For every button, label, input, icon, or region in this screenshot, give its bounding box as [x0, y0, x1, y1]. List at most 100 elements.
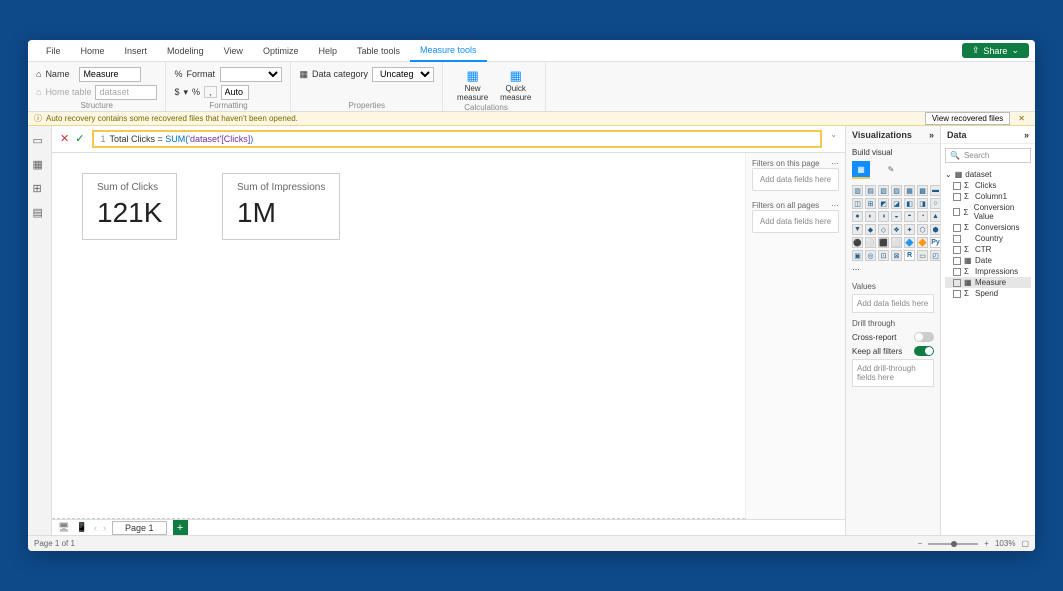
- viz-type-icon[interactable]: ◧: [904, 198, 915, 209]
- card-visual[interactable]: Sum of Clicks121K: [82, 173, 177, 240]
- report-view-icon[interactable]: ▭: [33, 134, 47, 148]
- format-select[interactable]: [220, 67, 282, 82]
- field-node[interactable]: ΣClicks: [945, 180, 1031, 191]
- viz-type-icon[interactable]: 🔷: [904, 237, 915, 248]
- viz-type-icon[interactable]: ⬡: [917, 224, 928, 235]
- page-tab-1[interactable]: Page 1: [112, 521, 167, 535]
- viz-type-icon[interactable]: ▩: [917, 185, 928, 196]
- viz-type-icon[interactable]: ▭: [917, 250, 928, 261]
- desktop-layout-icon[interactable]: 🖥: [58, 522, 70, 534]
- viz-type-icon[interactable]: ◆: [865, 224, 876, 235]
- field-checkbox[interactable]: [953, 182, 961, 190]
- zoom-out-button[interactable]: −: [918, 539, 923, 548]
- menu-home[interactable]: Home: [71, 40, 115, 62]
- next-page-icon[interactable]: ›: [103, 523, 106, 533]
- viz-type-icon[interactable]: ⊡: [878, 250, 889, 261]
- filters-all-drop[interactable]: Add data fields here: [752, 210, 839, 233]
- viz-type-icon[interactable]: ✦: [904, 224, 915, 235]
- formula-commit-button[interactable]: ✓: [75, 132, 84, 145]
- more-icon[interactable]: ⋯: [831, 201, 839, 210]
- filters-page-drop[interactable]: Add data fields here: [752, 168, 839, 191]
- viz-type-icon[interactable]: ◐: [865, 211, 876, 222]
- share-button[interactable]: ⇪ Share ⌄: [962, 43, 1029, 58]
- menu-help[interactable]: Help: [308, 40, 347, 62]
- field-checkbox[interactable]: [953, 193, 961, 201]
- viz-type-icon[interactable]: ▥: [852, 185, 863, 196]
- viz-type-icon[interactable]: ◫: [852, 198, 863, 209]
- viz-type-icon[interactable]: ▣: [852, 250, 863, 261]
- viz-type-icon[interactable]: ▦: [904, 185, 915, 196]
- menu-insert[interactable]: Insert: [115, 40, 158, 62]
- field-node[interactable]: ΣConversions: [945, 222, 1031, 233]
- more-visuals-icon[interactable]: ⋯: [852, 263, 934, 276]
- zoom-in-button[interactable]: +: [984, 539, 989, 548]
- field-node[interactable]: Country: [945, 233, 1031, 244]
- field-node[interactable]: ΣSpend: [945, 288, 1031, 299]
- menu-measure-tools[interactable]: Measure tools: [410, 40, 487, 62]
- field-checkbox[interactable]: [953, 235, 961, 243]
- viz-type-icon[interactable]: ◪: [891, 198, 902, 209]
- measure-name-input[interactable]: [79, 67, 141, 82]
- recovery-close-button[interactable]: ✕: [1014, 114, 1029, 123]
- viz-type-icon[interactable]: ◔: [917, 211, 928, 222]
- field-node[interactable]: ΣImpressions: [945, 266, 1031, 277]
- prev-page-icon[interactable]: ‹: [94, 523, 97, 533]
- menu-optimize[interactable]: Optimize: [253, 40, 309, 62]
- viz-type-icon[interactable]: ◨: [917, 198, 928, 209]
- mobile-layout-icon[interactable]: 📱: [76, 522, 88, 534]
- viz-type-icon[interactable]: ◓: [904, 211, 915, 222]
- field-node[interactable]: ▦Date: [945, 255, 1031, 266]
- viz-type-icon[interactable]: ◑: [878, 211, 889, 222]
- table-node-dataset[interactable]: ⌄ ▦ dataset: [945, 169, 1031, 180]
- viz-type-icon[interactable]: ⊞: [865, 198, 876, 209]
- new-measure-button[interactable]: ▦ New measure: [451, 65, 494, 105]
- menu-table-tools[interactable]: Table tools: [347, 40, 410, 62]
- card-visual[interactable]: Sum of Impressions1M: [222, 173, 340, 240]
- values-drop[interactable]: Add data fields here: [852, 294, 934, 313]
- field-node[interactable]: ▦Measure: [945, 277, 1031, 288]
- model-view-icon[interactable]: ⊞: [33, 182, 47, 196]
- field-node[interactable]: ΣColumn1: [945, 191, 1031, 202]
- viz-type-icon[interactable]: ●: [852, 211, 863, 222]
- viz-type-icon[interactable]: ◒: [891, 211, 902, 222]
- viz-type-icon[interactable]: ◎: [865, 250, 876, 261]
- menu-file[interactable]: File: [36, 40, 71, 62]
- quick-measure-button[interactable]: ▦ Quick measure: [494, 65, 537, 105]
- field-checkbox[interactable]: [953, 290, 961, 298]
- currency-button[interactable]: $: [174, 87, 179, 97]
- collapse-icon[interactable]: »: [1024, 130, 1029, 140]
- viz-type-icon[interactable]: ⚫: [852, 237, 863, 248]
- build-visual-tab[interactable]: ▦: [852, 161, 870, 179]
- percent-button[interactable]: %: [192, 87, 200, 97]
- field-checkbox[interactable]: [953, 257, 961, 265]
- viz-type-icon[interactable]: ⊠: [891, 250, 902, 261]
- viz-type-icon[interactable]: ▨: [891, 185, 902, 196]
- view-recovered-button[interactable]: View recovered files: [925, 112, 1010, 125]
- cross-report-toggle[interactable]: [914, 332, 934, 342]
- field-checkbox[interactable]: [953, 279, 961, 287]
- zoom-slider[interactable]: [928, 543, 978, 545]
- viz-type-icon[interactable]: ❖: [891, 224, 902, 235]
- viz-type-icon[interactable]: ▼: [852, 224, 863, 235]
- viz-type-icon[interactable]: 🔶: [917, 237, 928, 248]
- field-node[interactable]: ΣConversion Value: [945, 202, 1031, 222]
- viz-type-icon[interactable]: ◇: [878, 224, 889, 235]
- menu-view[interactable]: View: [214, 40, 253, 62]
- table-view-icon[interactable]: ▦: [33, 158, 47, 172]
- formula-expand-button[interactable]: ⌄: [826, 130, 841, 139]
- data-search-input[interactable]: 🔍 Search: [945, 148, 1031, 163]
- viz-type-icon[interactable]: ◩: [878, 198, 889, 209]
- dax-view-icon[interactable]: ▤: [33, 206, 47, 220]
- menu-modeling[interactable]: Modeling: [157, 40, 214, 62]
- viz-type-icon[interactable]: R: [904, 250, 915, 261]
- decimals-input[interactable]: [221, 85, 249, 100]
- viz-type-icon[interactable]: ▧: [878, 185, 889, 196]
- field-checkbox[interactable]: [953, 246, 961, 254]
- formula-cancel-button[interactable]: ✕: [60, 132, 69, 145]
- viz-type-icon[interactable]: ⬛: [878, 237, 889, 248]
- formula-bar[interactable]: 1 Total Clicks = SUM('dataset'[Clicks]): [92, 130, 822, 148]
- fit-page-icon[interactable]: ▢: [1021, 539, 1029, 548]
- data-category-select[interactable]: Uncategorized: [372, 67, 434, 82]
- field-checkbox[interactable]: [953, 268, 961, 276]
- viz-type-icon[interactable]: ⚪: [865, 237, 876, 248]
